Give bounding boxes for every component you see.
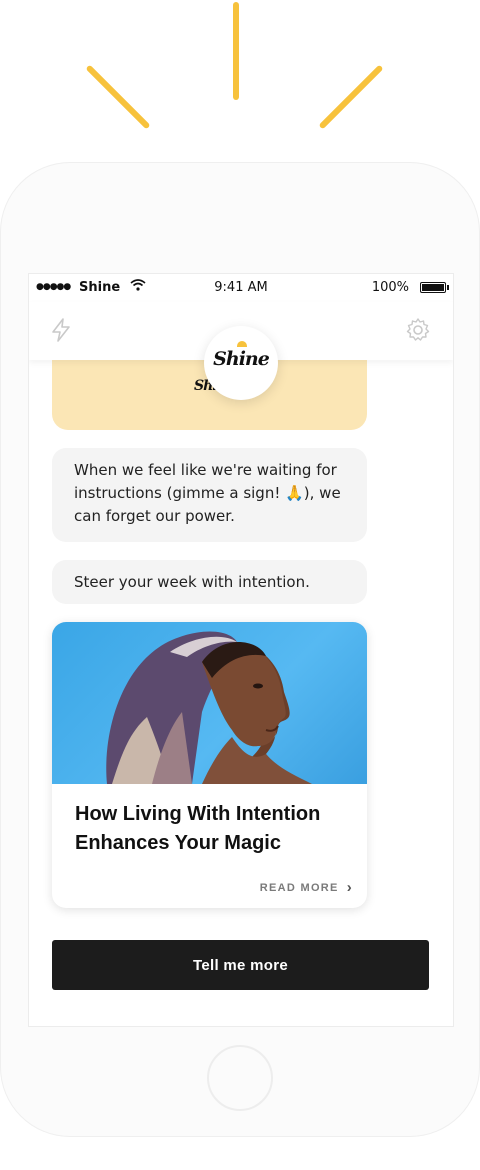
gear-icon[interactable] bbox=[405, 317, 431, 343]
read-more-label: READ MORE bbox=[259, 882, 339, 894]
chevron-right-icon: › bbox=[346, 879, 353, 896]
sun-ray-left bbox=[85, 64, 151, 130]
sun-ray-center bbox=[233, 2, 239, 100]
shine-logo-badge[interactable]: Shine bbox=[204, 326, 278, 400]
battery-percent: 100% bbox=[371, 280, 409, 295]
home-button[interactable] bbox=[207, 1045, 273, 1111]
lightning-bolt-icon[interactable] bbox=[48, 317, 74, 343]
article-image bbox=[52, 622, 367, 784]
status-bar: ●●●●● Shine 9:41 AM 100% bbox=[29, 274, 453, 302]
battery-icon bbox=[420, 282, 449, 293]
chat-bubble: When we feel like we're waiting for inst… bbox=[52, 448, 367, 542]
logo-sun-icon bbox=[237, 341, 247, 347]
phone-screen: ●●●●● Shine 9:41 AM 100% Shine When we f… bbox=[28, 273, 454, 1027]
article-card[interactable]: How Living With Intention Enhances Your … bbox=[52, 622, 367, 908]
chat-area: Shine When we feel like we're waiting fo… bbox=[29, 360, 453, 1026]
read-more-link[interactable]: READ MORE › bbox=[260, 879, 353, 896]
sun-ray-right bbox=[318, 64, 384, 130]
tell-me-more-button[interactable]: Tell me more bbox=[52, 940, 429, 990]
chat-bubble: Steer your week with intention. bbox=[52, 560, 367, 604]
shine-logo-text: Shine bbox=[213, 348, 270, 370]
article-title: How Living With Intention Enhances Your … bbox=[75, 803, 321, 854]
